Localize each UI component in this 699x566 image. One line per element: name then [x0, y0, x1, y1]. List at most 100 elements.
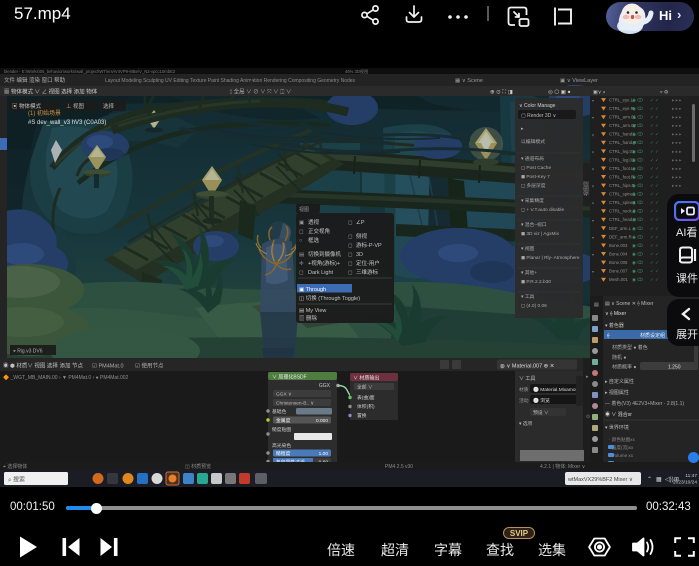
- svg-text:◉ ↀ: ◉ ↀ: [632, 132, 643, 137]
- svg-text:◼ P.R.2.2.b30: ◼ P.R.2.2.b30: [521, 279, 551, 285]
- svg-text:◉ ↀ: ◉ ↀ: [632, 106, 643, 111]
- svg-text:◉ ↀ: ◉ ↀ: [632, 140, 643, 145]
- svg-text:◉ ∨ 混合xr: ◉ ∨ 混合xr: [605, 411, 632, 418]
- svg-text:▾: ▾: [592, 218, 594, 223]
- svg-text:✓ ✓: ✓ ✓: [650, 140, 659, 145]
- svg-text:∨ 工具: ∨ 工具: [519, 376, 535, 382]
- svg-text:▣ ∨ ViewLayer: ▣ ∨ ViewLayer: [560, 78, 598, 84]
- svg-text:金属度: 金属度: [276, 417, 291, 424]
- svg-text:◉ ↀ: ◉ ↀ: [632, 115, 643, 120]
- svg-text:▿ ⚙: ▿ ⚙: [660, 90, 669, 96]
- svg-text:预设 ∨: 预设 ∨: [533, 409, 549, 416]
- svg-text:CTRL_eye.L: CTRL_eye.L: [609, 98, 634, 103]
- svg-text:基础色: 基础色: [272, 408, 287, 415]
- svg-text:Bone.003: Bone.003: [609, 243, 628, 248]
- svg-text:✓ ✓: ✓ ✓: [650, 174, 659, 179]
- svg-text:◉ ↀ: ◉ ↀ: [632, 243, 643, 248]
- svg-text:随机 ●: 随机 ●: [612, 354, 626, 361]
- svg-text:▣: ▣: [299, 220, 305, 226]
- svg-text:▾ 混合–视口: ▾ 混合–视口: [521, 221, 547, 228]
- svg-text:▸ 自定义属性: ▸ 自定义属性: [605, 378, 634, 385]
- svg-text:活动: 活动: [519, 397, 529, 404]
- svg-text:⌕ 搜索: ⌕ 搜索: [8, 476, 25, 484]
- svg-text:✓ ✓: ✓ ✓: [650, 200, 659, 205]
- svg-text:✓ ✓: ✓ ✓: [650, 106, 659, 111]
- svg-text:∨ 材质输出: ∨ 材质输出: [353, 375, 379, 382]
- svg-text:▾ 工具: ▾ 工具: [521, 294, 535, 300]
- svg-text:✓ ✓: ✓ ✓: [650, 277, 659, 282]
- svg-text:◍ ∨ Material.007 ⊕ ✕: ◍ ∨ Material.007 ⊕ ✕: [500, 364, 555, 370]
- svg-text:◫ 材质预览: ◫ 材质预览: [185, 463, 211, 470]
- svg-text:▸ 视图属性: ▸ 视图属性: [605, 389, 629, 396]
- svg-text:✓ ✓: ✓ ✓: [650, 132, 659, 137]
- svg-text:✓ ✓: ✓ ✓: [650, 269, 659, 274]
- svg-text:3D: 3D: [356, 252, 363, 258]
- svg-text:选择: 选择: [103, 102, 115, 110]
- svg-text:▸ ▸ ▸: ▸ ▸ ▸: [672, 149, 682, 154]
- svg-text:○: ○: [299, 238, 302, 244]
- svg-text:▸ ▸ ▸: ▸ ▸ ▸: [672, 106, 682, 111]
- svg-text:∨ Color Manage: ∨ Color Manage: [519, 103, 556, 109]
- svg-text:✓ ✓: ✓ ✓: [650, 123, 659, 128]
- svg-text:◼ Post-Key 7: ◼ Post-Key 7: [521, 174, 550, 180]
- svg-text:Bone.005: Bone.005: [609, 260, 628, 265]
- svg-text:✓ ✓: ✓ ✓: [650, 149, 659, 154]
- svg-text:▾ 世界环境: ▾ 世界环境: [605, 424, 629, 431]
- svg-text:▾: ▾: [592, 132, 594, 137]
- svg-text:(1) 初始场景: (1) 初始场景: [28, 109, 61, 117]
- svg-text:◉ ↀ: ◉ ↀ: [632, 260, 643, 265]
- svg-text:✓ ✓: ✓ ✓: [650, 192, 659, 197]
- svg-text:◻: ◻: [348, 270, 353, 276]
- svg-text:游标-P-VP: 游标-P-VP: [356, 241, 382, 249]
- svg-text:◉ ↀ: ◉ ↀ: [632, 209, 643, 214]
- svg-text:◉ ↀ: ◉ ↀ: [632, 217, 643, 222]
- svg-text:▣∨ ⌕: ▣∨ ⌕: [593, 90, 606, 96]
- svg-text:▾ 视图: ▾ 视图: [521, 245, 535, 252]
- svg-text:⊕ ⊙ ⛶ ◨: ⊕ ⊙ ⛶ ◨: [490, 89, 514, 96]
- svg-text:◉ ↀ: ◉ ↀ: [632, 192, 643, 197]
- svg-text:▾ 通道布局: ▾ 通道布局: [521, 155, 544, 162]
- svg-text:☑ 使用节点: ☑ 使用节点: [135, 362, 164, 370]
- svg-text:◉ ↀ: ◉ ↀ: [632, 157, 643, 162]
- svg-text:⌃: ⌃: [647, 476, 652, 483]
- svg-text:三维游标: 三维游标: [356, 268, 379, 276]
- svg-text:定位-用户: 定位-用户: [356, 259, 380, 267]
- svg-text:∨ 原理化BSDF: ∨ 原理化BSDF: [272, 374, 307, 381]
- svg-text:▤: ▤: [594, 302, 599, 308]
- svg-text:◉ ⬢ 材质∨ 视图 选择 添加 节点: ◉ ⬢ 材质∨ 视图 选择 添加 节点: [3, 362, 83, 370]
- svg-text:▦: ▦: [656, 477, 662, 483]
- svg-text:◻: ◻: [348, 252, 353, 258]
- svg-text:blender - E:\Works\05_behavior: blender - E:\Works\05_behavior\works\wal…: [4, 69, 176, 74]
- svg-text:◫ 切换 (Through Toggle): ◫ 切换 (Through Toggle): [299, 294, 360, 302]
- svg-text:DEF_arm.L: DEF_arm.L: [609, 226, 632, 231]
- svg-text:糙度贴图: 糙度贴图: [272, 426, 291, 433]
- svg-text:视图: 视图: [299, 206, 309, 213]
- svg-text:CTRL_hips.0: CTRL_hips.0: [609, 183, 635, 188]
- svg-text:Dark Light: Dark Light: [308, 270, 334, 276]
- svg-text:🔶 _WGT_MB_MAIN.00 › ▼ PM4Mat.: 🔶 _WGT_MB_MAIN.00 › ▼ PM4Mat.0 › ● PM4Ma…: [3, 374, 129, 381]
- svg-text:▾: ▾: [592, 201, 594, 206]
- svg-text:全部 ∨: 全部 ∨: [357, 384, 373, 391]
- svg-text:— 着色(V3) 4E2V3+Mixer · 2.8(1.: — 着色(V3) 4E2V3+Mixer · 2.8(1.1): [605, 400, 684, 407]
- svg-text:▾: ▾: [592, 269, 594, 274]
- svg-text:◉ ↀ: ◉ ↀ: [632, 98, 643, 103]
- svg-text:▾: ▾: [592, 115, 594, 120]
- svg-text:▾: ▾: [592, 252, 594, 257]
- svg-text:Mesh.001: Mesh.001: [609, 277, 628, 282]
- svg-text:◻: ◻: [348, 261, 353, 267]
- svg-text:▾: ▾: [592, 167, 594, 172]
- svg-text:PM4 2.5 v30: PM4 2.5 v30: [385, 464, 413, 470]
- svg-text:糙程度: 糙程度: [276, 450, 291, 457]
- svg-text:11:47: 11:47: [685, 473, 697, 479]
- svg-text:◼ Planar | Rly- Atmosphere: ◼ Planar | Rly- Atmosphere: [521, 255, 580, 261]
- svg-text:▣ Through: ▣ Through: [299, 287, 326, 293]
- svg-text:表(曲)面: 表(曲)面: [357, 394, 375, 401]
- svg-text:Bone.004: Bone.004: [609, 251, 628, 256]
- svg-text:材质类型 ● 着色: 材质类型 ● 着色: [612, 344, 648, 351]
- svg-text:▤ My View: ▤ My View: [299, 308, 326, 314]
- svg-text:▦ ∨ Scene: ▦ ∨ Scene: [455, 78, 483, 84]
- svg-text:✓ ✓: ✓ ✓: [650, 183, 659, 188]
- svg-text:◉ ↀ: ◉ ↀ: [632, 123, 643, 128]
- svg-text:1.250: 1.250: [668, 365, 681, 371]
- svg-text:置换: 置换: [357, 412, 367, 419]
